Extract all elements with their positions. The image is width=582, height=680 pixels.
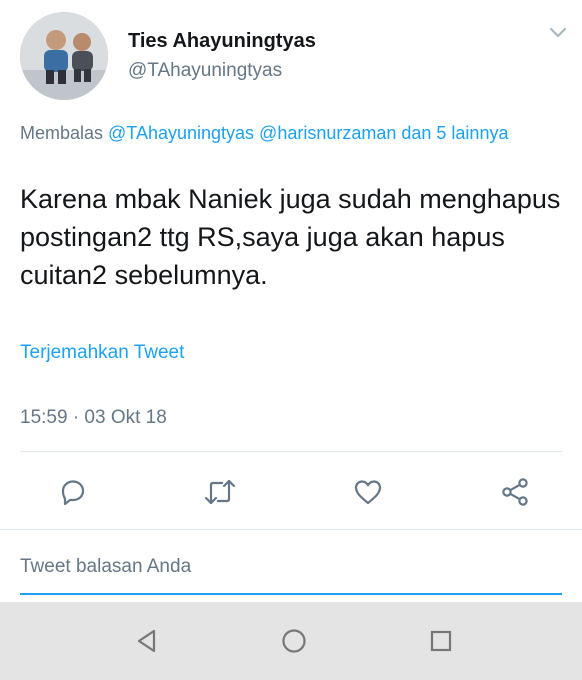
- user-handle[interactable]: @TAhayuningtyas: [128, 60, 282, 82]
- system-navbar: [0, 602, 582, 680]
- home-circle-icon: [282, 629, 306, 653]
- tweet-timestamp: 15:59 · 03 Okt 18: [20, 407, 167, 428]
- avatar[interactable]: [20, 12, 108, 100]
- tweet-text: Karena mbak Naniek juga sudah menghapus …: [20, 184, 561, 290]
- recents-button[interactable]: [426, 626, 456, 656]
- reply-input-underline: [20, 593, 562, 595]
- reply-icon: [61, 480, 85, 506]
- back-button[interactable]: [132, 626, 162, 656]
- like-icon: [354, 480, 382, 505]
- reply-context: Membalas @TAhayuningtyas @harisnurzaman …: [20, 120, 520, 147]
- share-icon: [502, 478, 528, 506]
- recents-square-icon: [430, 630, 452, 652]
- retweet-icon: [204, 479, 236, 505]
- divider-top: [20, 451, 562, 452]
- display-name[interactable]: Ties Ahayuningtyas: [128, 30, 316, 53]
- reply-mentions-link[interactable]: @TAhayuningtyas @harisnurzaman dan 5 lai…: [108, 123, 508, 143]
- share-button[interactable]: [497, 474, 533, 510]
- reply-button[interactable]: [55, 474, 91, 510]
- chevron-down-icon[interactable]: [548, 26, 568, 40]
- home-button[interactable]: [279, 626, 309, 656]
- translate-tweet-link[interactable]: Terjemahkan Tweet: [20, 342, 184, 364]
- reply-prefix: Membalas: [20, 123, 109, 143]
- like-button[interactable]: [350, 474, 386, 510]
- reply-input[interactable]: Tweet balasan Anda: [20, 556, 191, 578]
- retweet-button[interactable]: [202, 474, 238, 510]
- divider-bottom: [0, 529, 582, 530]
- back-triangle-icon: [137, 629, 156, 653]
